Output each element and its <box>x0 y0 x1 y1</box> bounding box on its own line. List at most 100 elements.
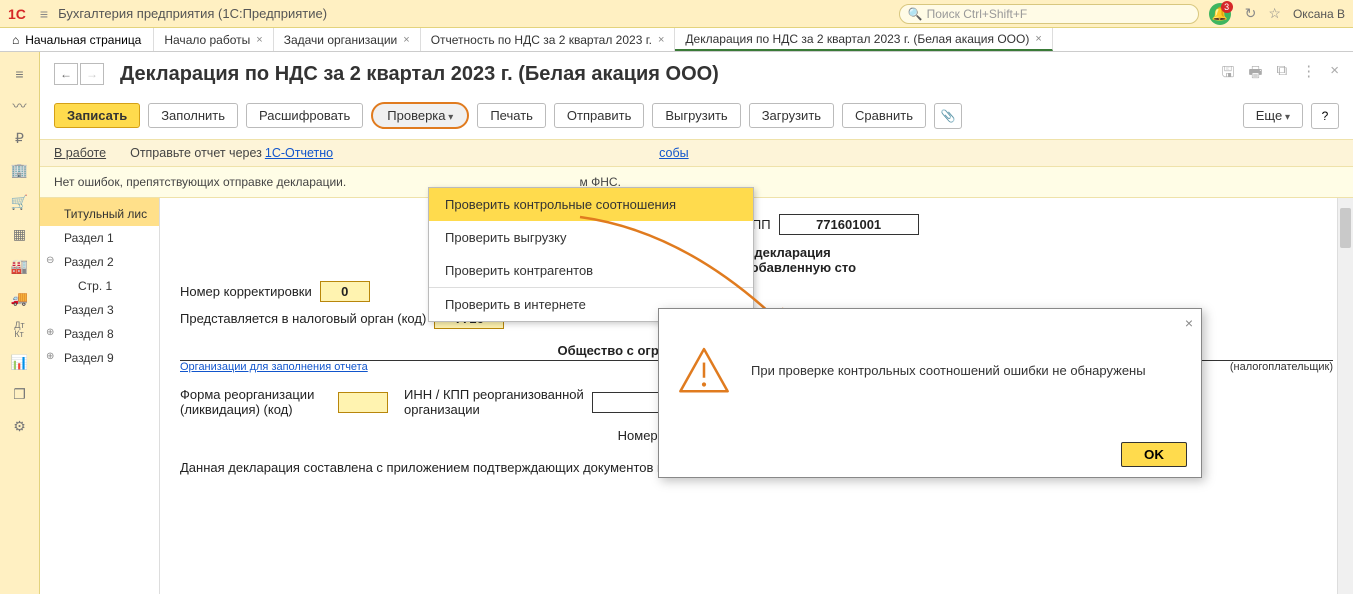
status-link-ways[interactable]: собы <box>659 146 689 160</box>
tab-label: Декларация по НДС за 2 квартал 2023 г. (… <box>685 32 1029 46</box>
history-icon[interactable]: ↻ <box>1245 5 1257 22</box>
dialog-close-icon[interactable]: × <box>1185 315 1193 331</box>
org-role: (налогоплательщик) <box>1230 361 1333 373</box>
close-page-icon[interactable]: × <box>1330 62 1339 87</box>
rail-gear-icon[interactable]: ⚙ <box>8 414 32 438</box>
section-2[interactable]: ⊖ Раздел 2 <box>40 250 159 274</box>
close-icon[interactable]: × <box>256 34 262 46</box>
rail-trend-icon[interactable]: 〰 <box>8 94 32 118</box>
page-header: ← → Декларация по НДС за 2 квартал 2023 … <box>40 52 1353 96</box>
rail-dtkt-icon[interactable]: ДтКт <box>8 318 32 342</box>
kpp-field[interactable]: 771601001 <box>779 214 919 235</box>
rail-cart-icon[interactable]: 🛒 <box>8 190 32 214</box>
dialog-message: При проверке контрольных соотношений оши… <box>751 363 1146 378</box>
corr-field[interactable]: 0 <box>320 281 370 302</box>
status-link-1c[interactable]: 1С-Отчетно <box>265 146 333 160</box>
tab-home[interactable]: ⌂ Начальная страница <box>0 28 154 51</box>
user-name[interactable]: Оксана В <box>1293 7 1345 21</box>
nav-forward-button[interactable]: → <box>80 63 104 85</box>
warning-icon <box>677 344 731 398</box>
expand-icon[interactable]: ⊕ <box>46 327 54 338</box>
tab-label: Отчетность по НДС за 2 квартал 2023 г. <box>431 33 652 47</box>
check-menu-item-ratios[interactable]: Проверить контрольные соотношения <box>429 188 753 221</box>
reorg-label-1: Форма реорганизации <box>180 387 330 402</box>
send-button[interactable]: Отправить <box>554 103 644 128</box>
scrollbar[interactable] <box>1337 198 1353 594</box>
tab-tasks[interactable]: Задачи организации × <box>274 28 421 51</box>
status-text: Отправьте отчет через <box>130 146 262 160</box>
dialog-ok-button[interactable]: OK <box>1121 442 1187 467</box>
tab-declaration[interactable]: Декларация по НДС за 2 квартал 2023 г. (… <box>675 28 1052 51</box>
section-9[interactable]: ⊕ Раздел 9 <box>40 346 159 370</box>
logo-1c: 1C <box>8 6 26 22</box>
rail-chart-icon[interactable]: 📊 <box>8 350 32 374</box>
compare-button[interactable]: Сравнить <box>842 103 926 128</box>
home-icon: ⌂ <box>12 33 19 47</box>
sections-panel: Титульный лис Раздел 1 ⊖Раздел 2 Стр. 1 … <box>40 198 160 594</box>
section-3[interactable]: Раздел 3 <box>40 298 159 322</box>
expand-icon[interactable]: ⊕ <box>46 351 54 362</box>
tab-vat-report[interactable]: Отчетность по НДС за 2 квартал 2023 г. × <box>421 28 676 51</box>
page-title: Декларация по НДС за 2 квартал 2023 г. (… <box>120 63 719 86</box>
app-title: Бухгалтерия предприятия (1С:Предприятие) <box>58 6 327 21</box>
scrollbar-thumb[interactable] <box>1340 208 1351 248</box>
nav-back-button[interactable]: ← <box>54 63 78 85</box>
notifications-bell[interactable]: 🔔 3 <box>1209 3 1231 25</box>
search-input[interactable]: 🔍 Поиск Ctrl+Shift+F <box>899 4 1199 24</box>
collapse-icon[interactable]: ⊖ <box>46 255 54 266</box>
check-menu-item-unload[interactable]: Проверить выгрузку <box>429 221 753 254</box>
check-button[interactable]: Проверка <box>371 102 469 129</box>
rail-building-icon[interactable]: 🏢 <box>8 158 32 182</box>
reorg-code-field[interactable] <box>338 392 388 413</box>
rail-truck-icon[interactable]: 🚚 <box>8 286 32 310</box>
rail-ruble-icon[interactable]: ₽ <box>8 126 32 150</box>
status-row: В работе Отправьте отчет через 1С-Отчетн… <box>40 139 1353 167</box>
write-button[interactable]: Записать <box>54 103 140 128</box>
section-1[interactable]: Раздел 1 <box>40 226 159 250</box>
tab-label: Задачи организации <box>284 33 398 47</box>
titlebar: 1C ≡ Бухгалтерия предприятия (1С:Предпри… <box>0 0 1353 28</box>
save-icon[interactable]: 🖫 <box>1222 62 1235 87</box>
print-icon[interactable]: 🖶 <box>1248 62 1262 87</box>
help-button[interactable]: ? <box>1311 103 1339 129</box>
decl-title-2: по налогу на добавленную сто <box>180 260 1333 275</box>
close-icon[interactable]: × <box>1035 33 1041 45</box>
status-label[interactable]: В работе <box>54 146 106 160</box>
decode-button[interactable]: Расшифровать <box>246 103 363 128</box>
fill-button[interactable]: Заполнить <box>148 103 238 128</box>
info-text: Нет ошибок, препятствующих отправке декл… <box>54 175 346 189</box>
open-icon[interactable]: ⧉ <box>1277 62 1288 87</box>
rail-grid-icon[interactable]: ▦ <box>8 222 32 246</box>
hamburger-icon[interactable]: ≡ <box>40 6 48 22</box>
more-button[interactable]: Еще <box>1243 103 1303 128</box>
tabstrip: ⌂ Начальная страница Начало работы × Зад… <box>0 28 1353 52</box>
section-label: Раздел 9 <box>64 351 114 365</box>
attach-button[interactable]: 📎 <box>934 103 962 129</box>
search-icon: 🔍 <box>908 7 923 21</box>
check-menu-item-counterparties[interactable]: Проверить контрагентов <box>429 254 753 287</box>
load-button[interactable]: Загрузить <box>749 103 834 128</box>
tab-label: Начало работы <box>164 33 250 47</box>
reorg-inn-label-2: организации <box>404 402 584 417</box>
section-title[interactable]: Титульный лис <box>40 202 159 226</box>
section-2-page1[interactable]: Стр. 1 <box>40 274 159 298</box>
search-placeholder: Поиск Ctrl+Shift+F <box>927 7 1028 21</box>
rail-menu-icon[interactable]: ≡ <box>8 62 32 86</box>
close-icon[interactable]: × <box>658 34 664 46</box>
favorite-icon[interactable]: ☆ <box>1268 5 1281 22</box>
section-label: Раздел 8 <box>64 327 114 341</box>
unload-button[interactable]: Выгрузить <box>652 103 740 128</box>
check-dropdown: Проверить контрольные соотношения Провер… <box>428 187 754 322</box>
reorg-label-2: (ликвидация) (код) <box>180 402 330 417</box>
close-icon[interactable]: × <box>403 34 409 46</box>
organ-label: Представляется в налоговый орган (код) <box>180 311 426 326</box>
corr-label: Номер корректировки <box>180 284 312 299</box>
section-8[interactable]: ⊕ Раздел 8 <box>40 322 159 346</box>
print-button[interactable]: Печать <box>477 103 546 128</box>
tab-start[interactable]: Начало работы × <box>154 28 273 51</box>
kebab-icon[interactable]: ⋮ <box>1301 62 1316 87</box>
section-label: Раздел 2 <box>64 255 114 269</box>
rail-stack-icon[interactable]: ❐ <box>8 382 32 406</box>
rail-factory-icon[interactable]: 🏭 <box>8 254 32 278</box>
org-fill-link[interactable]: Организации для заполнения отчета <box>180 361 368 373</box>
